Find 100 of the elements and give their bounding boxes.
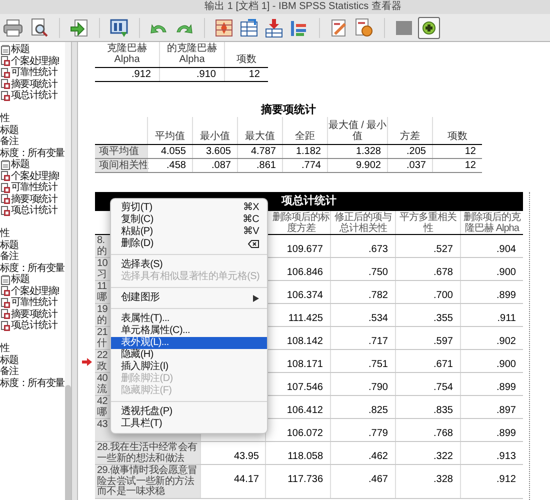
outline-item[interactable]: 可靠性统计 [11, 67, 58, 78]
add-icon[interactable] [418, 16, 440, 38]
row-header: 项平均值 [95, 145, 147, 158]
outline-item[interactable]: 性 [0, 113, 10, 124]
row-header: 43 [97, 420, 108, 430]
outline-item[interactable]: 项总计统计 [11, 205, 58, 216]
row-header: 21 [97, 328, 108, 338]
outline-item[interactable]: 可靠性统计 [11, 297, 58, 308]
row-header: 哪 [97, 292, 107, 303]
table-cell: 106.374 [286, 290, 323, 301]
table-cell: .913 [496, 451, 516, 462]
outline-item[interactable]: 标题 [0, 240, 18, 251]
scrollbar-thumb[interactable] [65, 385, 71, 500]
table-cell: .861 [237, 159, 282, 172]
table-cell: 118.058 [288, 451, 323, 462]
column-header: 删除项后的标度方差 [272, 212, 330, 234]
outline-item[interactable]: 备注 [0, 136, 18, 148]
outline-item[interactable]: 个案处理摘! [11, 286, 59, 297]
outline-item[interactable]: 摘要项统计 [11, 78, 58, 90]
row-header: 的 [97, 316, 107, 326]
table-icon[interactable] [238, 16, 260, 38]
table-cell: .825 [368, 405, 388, 416]
menu-item[interactable]: 粘贴(P) ⌘V [111, 226, 267, 238]
menu-item[interactable]: 透视托盘(P) [111, 406, 267, 418]
outline-item[interactable]: 备注 [0, 251, 18, 262]
table-cell: .462 [368, 451, 388, 462]
outline-item[interactable]: 摘要项统计 [11, 308, 58, 320]
table-cell: .899 [496, 382, 516, 393]
column-header: 项数 [448, 131, 468, 142]
outline-item[interactable]: 性 [0, 343, 10, 354]
row-header: 28.我在生活中经常会有一些新的想法和做法 [97, 443, 198, 464]
menu-item[interactable]: 单元格属性(C)... [111, 325, 267, 337]
outline-item[interactable]: 个案处理摘! [11, 56, 59, 67]
menu-item[interactable]: 工具栏(T) [111, 418, 267, 430]
menu-item[interactable]: 剪切(T) ⌘X [111, 202, 267, 214]
menu-item[interactable]: 选择表(S) [111, 259, 267, 271]
column-header: 删除项后的克隆巴赫 Alpha [462, 212, 522, 234]
table-cell: .717 [368, 336, 388, 347]
outline-item[interactable]: 标题 [0, 124, 18, 136]
table-cell: .897 [496, 405, 516, 416]
row-header: 10 [97, 259, 108, 270]
table-chart-icon[interactable] [213, 16, 235, 38]
print-icon[interactable] [2, 16, 24, 38]
outline-item[interactable]: 项总计统计 [11, 90, 58, 102]
table-cell: .790 [368, 382, 388, 393]
menu-item[interactable]: 复制(C) ⌘C [111, 214, 267, 226]
table-cell: .768 [434, 428, 453, 439]
dialog-icon[interactable] [108, 16, 130, 38]
menu-item[interactable]: 插入脚注(I) [111, 361, 267, 373]
menu-item[interactable]: 创建图形 [111, 292, 267, 304]
row-header: 哪 [97, 408, 107, 418]
row-header: 习 [97, 270, 107, 280]
row-header: 的 [97, 246, 107, 257]
column-header: 最小值 [200, 131, 230, 142]
table-cell: 117.736 [288, 474, 323, 485]
table-cell: 4.055 [147, 145, 192, 158]
window-title: 输出 1 [文档 1] - IBM SPSS Statistics 查看器 [204, 1, 402, 13]
row-header: 29.做事情时我会愿意冒险去尝试一些新的方法而不是一味求稳 [97, 466, 198, 498]
table-cell: 12 [432, 159, 482, 172]
outline-item[interactable]: 标题 [11, 274, 30, 286]
outline-item[interactable]: 项总计统计 [11, 320, 58, 332]
column-header: 平均值 [155, 131, 185, 142]
outline-item[interactable]: 标度：所有变量 [0, 262, 64, 274]
table-cell: .671 [434, 359, 453, 370]
table-cell: 106.412 [286, 405, 323, 416]
table-cell: 12 [432, 145, 482, 158]
row-header: 40 [97, 374, 108, 384]
outline-item[interactable]: 标度：所有变量 [0, 148, 64, 159]
table-cell: .750 [368, 267, 388, 278]
column-header: 方差 [400, 131, 420, 142]
outline-item[interactable]: 备注 [0, 366, 18, 378]
outline-item[interactable]: 标题 [11, 44, 30, 56]
column-header: 的克隆巴赫 Alpha [160, 42, 225, 67]
export-icon[interactable] [68, 16, 90, 38]
outline-item[interactable]: 标题 [11, 159, 30, 170]
table-title: 项总计统计 [282, 194, 336, 210]
document-icon[interactable] [353, 16, 375, 38]
menu-item[interactable]: 表外观(L)... [111, 337, 267, 349]
table-cell: .458 [147, 159, 192, 172]
table-cell: .779 [368, 428, 388, 439]
table-cell: .900 [496, 359, 516, 370]
row-header: 8. [97, 236, 105, 246]
outline-item[interactable]: 可靠性统计 [11, 182, 58, 194]
column-header: 项数 [236, 53, 258, 67]
table-cell: 1.328 [327, 145, 387, 158]
menu-item[interactable]: 隐藏(H) [111, 349, 267, 361]
column-header: 最大值 / 最小值 [328, 120, 387, 142]
menu-item[interactable]: 表属性(T)... [111, 313, 267, 325]
row-header: 什 [97, 338, 107, 349]
outline-item[interactable]: 个案处理摘! [11, 170, 59, 182]
row-header: 11 [97, 282, 107, 292]
table-cell: .322 [434, 451, 453, 462]
table-cell: 44.17 [234, 474, 259, 485]
table-cell: .899 [496, 290, 516, 301]
outline-item[interactable]: 性 [0, 228, 10, 240]
outline-item[interactable]: 标度：所有变量 [0, 378, 64, 389]
outline-item[interactable]: 标题 [0, 354, 18, 366]
outline-item[interactable]: 摘要项统计 [11, 194, 58, 205]
menu-item[interactable]: 删除(D) [111, 238, 267, 250]
insert-row-icon[interactable] [263, 16, 285, 38]
